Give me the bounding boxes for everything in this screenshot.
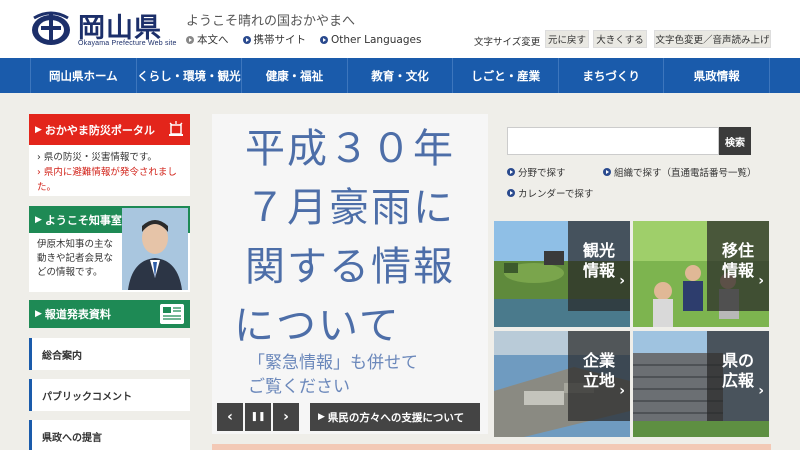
nav-item-living[interactable]: くらし・環境・観光 <box>135 58 242 93</box>
prev-slide-button[interactable]: ‹ <box>217 403 243 431</box>
chevron-right-icon: › <box>619 273 625 289</box>
nav-item-town[interactable]: まちづくり <box>557 58 664 93</box>
search-input[interactable] <box>507 127 719 155</box>
alarm-icon <box>169 121 183 136</box>
slide-note: 「緊急情報」も併せて ご覧ください <box>248 353 418 397</box>
circle-arrow-icon <box>242 35 251 44</box>
search-by-field-link[interactable]: 分野で探す <box>507 165 566 179</box>
arrow-right-icon: ▶ <box>35 214 42 225</box>
arrow-right-icon: ▶ <box>318 412 325 422</box>
global-nav: 岡山県ホーム くらし・環境・観光 健康・福祉 教育・文化 しごと・産業 まちづく… <box>0 58 800 93</box>
circle-arrow-icon <box>507 189 515 197</box>
search-button[interactable]: 検索 <box>719 127 751 155</box>
search-by-org-link[interactable]: 組織で探す（直通電話番号一覧） <box>603 165 757 179</box>
prefecture-pr-tile[interactable]: 県の 広報 › <box>633 331 769 437</box>
next-slide-button[interactable]: › <box>273 403 299 431</box>
color-voice-button[interactable]: 文字色変更／音声読み上げ <box>654 30 771 48</box>
slide-caption-link[interactable]: ▶ 県民の方々への支援について <box>310 403 480 431</box>
site-subtitle: Okayama Prefecture Web site <box>78 40 177 47</box>
policy-proposal-link[interactable]: 県政への提言 <box>29 420 190 450</box>
nav-item-health[interactable]: 健康・福祉 <box>241 58 347 93</box>
disaster-portal-box: ▶ おかやま防災ポータル › 県の防災・災害情報です。 › 県内に避難情報が発令… <box>29 114 190 196</box>
newspaper-icon <box>160 304 184 324</box>
governor-photo <box>122 208 188 290</box>
nav-item-home[interactable]: 岡山県ホーム <box>30 58 136 93</box>
circle-arrow-icon <box>507 168 515 176</box>
reset-size-button[interactable]: 元に戻す <box>545 30 589 48</box>
arrow-right-icon: ▶ <box>35 124 42 135</box>
chevron-right-icon: › <box>619 383 625 399</box>
mobile-site-link[interactable]: 携帯サイト <box>242 32 306 47</box>
site-header: 岡山県 Okayama Prefecture Web site ようこそ晴れの国… <box>0 0 800 58</box>
hero-slideshow[interactable]: 平成３０年 ７月豪雨に 関する情報 について 「緊急情報」も併せて ご覧ください… <box>212 114 488 434</box>
arrow-right-icon: ▶ <box>35 309 42 319</box>
press-release-link[interactable]: ▶ 報道発表資料 <box>29 300 190 328</box>
disaster-info-text[interactable]: › 県の防災・災害情報です。 <box>37 150 182 165</box>
nav-item-prefgov[interactable]: 県政情報 <box>663 58 771 93</box>
slide-headline: 平成３０年 ７月豪雨に 関する情報 について <box>234 126 455 349</box>
business-location-tile[interactable]: 企業 立地 › <box>494 331 630 437</box>
text-size-label: 文字サイズ変更 <box>474 37 541 48</box>
public-comment-link[interactable]: パブリックコメント <box>29 379 190 411</box>
enlarge-text-button[interactable]: 大きくする <box>593 30 647 48</box>
calendar-search-link[interactable]: カレンダーで探す <box>507 186 593 200</box>
nav-item-work[interactable]: しごと・産業 <box>452 58 558 93</box>
circle-arrow-icon <box>603 168 611 176</box>
migration-info-tile[interactable]: 移住 情報 › <box>633 221 769 327</box>
okayama-logo-icon[interactable] <box>30 10 72 46</box>
slideshow-controls: ‹ ❚❚ › <box>217 403 299 431</box>
tagline: ようこそ晴れの国おかやまへ <box>186 14 356 29</box>
pause-slide-button[interactable]: ❚❚ <box>245 403 271 431</box>
disaster-portal-link[interactable]: ▶ おかやま防災ポータル <box>29 114 190 145</box>
general-guide-link[interactable]: 総合案内 <box>29 338 190 370</box>
chevron-right-icon: › <box>758 383 764 399</box>
circle-arrow-icon <box>186 35 194 44</box>
skip-to-content-link[interactable]: 本文へ <box>186 32 229 47</box>
chevron-right-icon: › <box>758 273 764 289</box>
evacuation-alert-text[interactable]: › 県内に避難情報が発令されました。 <box>37 165 182 195</box>
governor-office-box[interactable]: ▶ ようこそ知事室へ 伊原木知事の主な動きや記者会見などの情報です。 <box>29 206 190 292</box>
governor-description: 伊原木知事の主な動きや記者会見などの情報です。 <box>37 239 114 278</box>
other-languages-link[interactable]: Other Languages <box>320 32 421 47</box>
bottom-banner <box>212 444 771 450</box>
quick-links: 本文へ 携帯サイト Other Languages <box>186 32 421 47</box>
tourism-info-tile[interactable]: 観光 情報 › <box>494 221 630 327</box>
circle-arrow-icon <box>320 35 328 44</box>
nav-item-education[interactable]: 教育・文化 <box>346 58 453 93</box>
